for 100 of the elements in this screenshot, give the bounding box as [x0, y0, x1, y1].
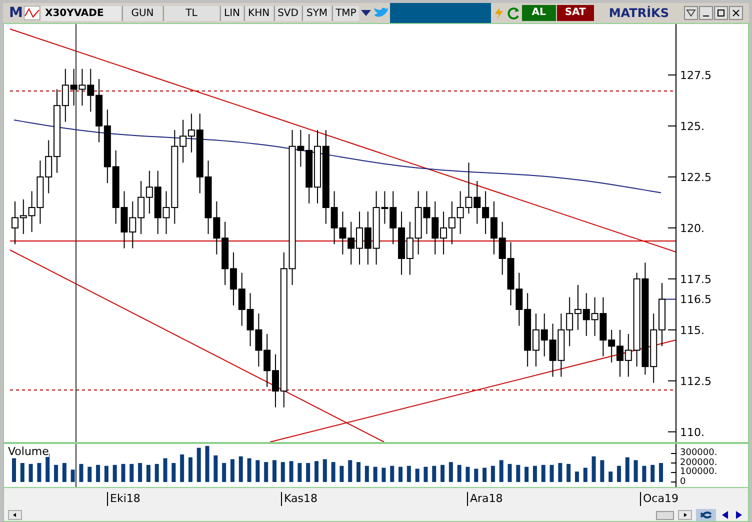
toolbar-button[interactable]: SYM [302, 6, 331, 20]
bar [490, 466, 495, 482]
toolbar-button[interactable]: TL [163, 6, 219, 20]
dropdown-icon[interactable] [684, 6, 698, 20]
bar [592, 456, 596, 482]
buy-button[interactable]: AL [522, 5, 556, 21]
bar [37, 463, 42, 482]
bar [130, 464, 134, 482]
scroll-right-icon[interactable] [678, 510, 692, 520]
bar [373, 466, 378, 482]
logo: M [9, 4, 23, 22]
bar [256, 460, 260, 482]
bar [54, 464, 58, 482]
bar [264, 462, 268, 482]
bar [650, 464, 655, 482]
bar [205, 446, 210, 482]
bar [390, 466, 394, 482]
bar [322, 459, 327, 482]
bar [121, 464, 126, 482]
bar [289, 461, 294, 482]
bar [566, 464, 571, 482]
bar [88, 466, 92, 482]
last-price-label: 116.5 [680, 294, 712, 306]
bar [508, 464, 512, 482]
bar [314, 461, 318, 482]
price-axis-label: 127.5 [680, 70, 712, 81]
bar [448, 462, 453, 482]
bar [28, 464, 33, 482]
bar [634, 460, 638, 482]
chart-logo-icon [24, 6, 40, 20]
bar [583, 468, 588, 482]
bar [457, 464, 462, 482]
bar [574, 472, 579, 482]
toolbar-button[interactable]: SVD [274, 6, 302, 20]
toolbar-button[interactable]: TMP [332, 6, 360, 20]
price-axis-label: 122.5 [680, 172, 712, 183]
bar [516, 464, 520, 482]
brand-logo: MATRİKS [608, 4, 670, 22]
price-axis-label: 115. [680, 324, 704, 336]
volume-axis-label: 200000. [680, 458, 718, 468]
bar [70, 470, 75, 482]
bar [154, 464, 159, 482]
price-axis-label: 120. [680, 222, 704, 234]
bar [382, 468, 386, 482]
bar [398, 466, 403, 482]
bar [558, 463, 562, 482]
bar [608, 472, 613, 482]
bar [222, 463, 226, 482]
bar [541, 464, 546, 482]
bar [482, 468, 487, 482]
bar [659, 463, 663, 482]
bar [642, 466, 646, 482]
bar [188, 457, 192, 482]
bar [331, 462, 336, 482]
bar [474, 468, 478, 482]
toolbar-button[interactable]: GUN [122, 6, 162, 20]
bar [238, 456, 243, 482]
sync-icon[interactable] [696, 509, 716, 521]
price-axis-label: 112.5 [680, 376, 712, 387]
date-axis-label: Kas18 [281, 492, 318, 506]
close-icon[interactable] [729, 6, 743, 20]
refresh-icon[interactable] [506, 6, 521, 20]
bar [62, 463, 66, 482]
maximize-icon[interactable] [714, 6, 728, 20]
bar [247, 458, 252, 482]
volume-axis [670, 444, 676, 487]
volume-axis-label: 100000. [680, 468, 718, 477]
bar [550, 464, 554, 482]
bar [356, 462, 361, 482]
bar [172, 463, 176, 482]
scroll-left-icon[interactable] [8, 510, 22, 520]
bar [600, 460, 604, 482]
date-axis-label: Ara18 [467, 492, 503, 506]
bar [272, 460, 276, 482]
scroll-thumb[interactable] [656, 510, 674, 520]
bar [364, 466, 369, 482]
bar [415, 468, 420, 482]
volume-title: Volume [8, 446, 49, 457]
minimize-icon[interactable] [699, 6, 713, 20]
bar [440, 464, 445, 482]
bar [12, 458, 16, 482]
bar [230, 459, 234, 482]
date-axis-label: Eki18 [107, 492, 140, 506]
bar [625, 457, 630, 482]
bar [138, 463, 142, 482]
bar [20, 463, 24, 482]
bar [499, 460, 504, 482]
bar [340, 466, 344, 482]
bar [524, 466, 529, 482]
toolbar-button[interactable]: KHN [244, 6, 273, 20]
bar [280, 462, 285, 482]
symbol-field[interactable]: X30YVADE [41, 6, 121, 20]
bar [532, 466, 537, 482]
bar [348, 460, 352, 482]
sell-button[interactable]: SAT [556, 5, 594, 21]
bar [96, 464, 100, 482]
bar [466, 466, 470, 482]
bar [306, 463, 310, 482]
toolbar-button[interactable]: LIN [220, 6, 244, 20]
date-axis-label: Oca19 [640, 492, 678, 506]
